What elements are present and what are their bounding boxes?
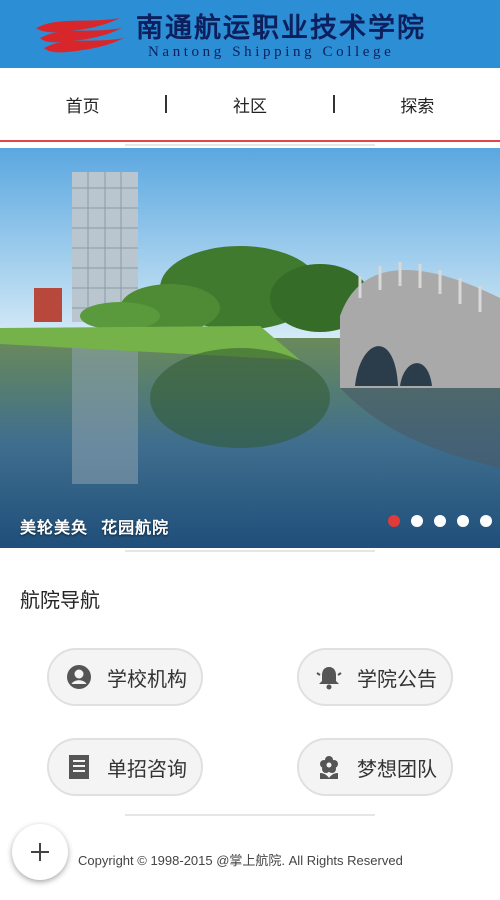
- campus-photo: [0, 148, 500, 548]
- carousel-dot-active[interactable]: [388, 515, 400, 527]
- image-carousel[interactable]: [0, 148, 500, 548]
- plus-icon: [31, 843, 49, 861]
- button-label: 梦想团队: [357, 756, 437, 781]
- divider: [125, 144, 375, 146]
- nav-home[interactable]: 首页: [0, 92, 165, 117]
- carousel-dot[interactable]: [434, 515, 446, 527]
- button-label: 学院公告: [357, 666, 437, 691]
- carousel-caption: 美轮美奂 花园航院: [20, 518, 170, 537]
- carousel-dot[interactable]: [480, 515, 492, 527]
- document-icon: [65, 753, 93, 781]
- bell-icon: [315, 663, 343, 691]
- carousel-dot[interactable]: [411, 515, 423, 527]
- college-name-cn: 南通航运职业技术学院: [136, 13, 426, 44]
- person-circle-icon: [65, 663, 93, 691]
- nav-underline: [0, 140, 500, 142]
- copyright-text: Copyright © 1998-2015 @掌上航院. All Rights …: [78, 853, 403, 868]
- top-nav: 首页 社区 探索: [0, 68, 500, 140]
- school-departments-button[interactable]: 学校机构: [47, 648, 203, 706]
- section-title: 航院导航: [20, 588, 100, 612]
- flower-icon: [315, 753, 343, 781]
- college-announcements-button[interactable]: 学院公告: [297, 648, 453, 706]
- nav-explore[interactable]: 探索: [335, 92, 500, 117]
- divider: [125, 550, 375, 552]
- admission-inquiry-button[interactable]: 单招咨询: [47, 738, 203, 796]
- divider: [125, 814, 375, 816]
- college-name-en: Nantong Shipping College: [148, 44, 395, 60]
- button-label: 学校机构: [107, 666, 187, 691]
- carousel-indicators: [388, 515, 492, 527]
- app-header: 南通航运职业技术学院 Nantong Shipping College: [0, 0, 500, 68]
- floating-add-button[interactable]: [12, 824, 68, 880]
- carousel-dot[interactable]: [457, 515, 469, 527]
- button-label: 单招咨询: [107, 756, 187, 781]
- college-logo-icon: [36, 18, 124, 53]
- dream-team-button[interactable]: 梦想团队: [297, 738, 453, 796]
- nav-community[interactable]: 社区: [167, 92, 332, 117]
